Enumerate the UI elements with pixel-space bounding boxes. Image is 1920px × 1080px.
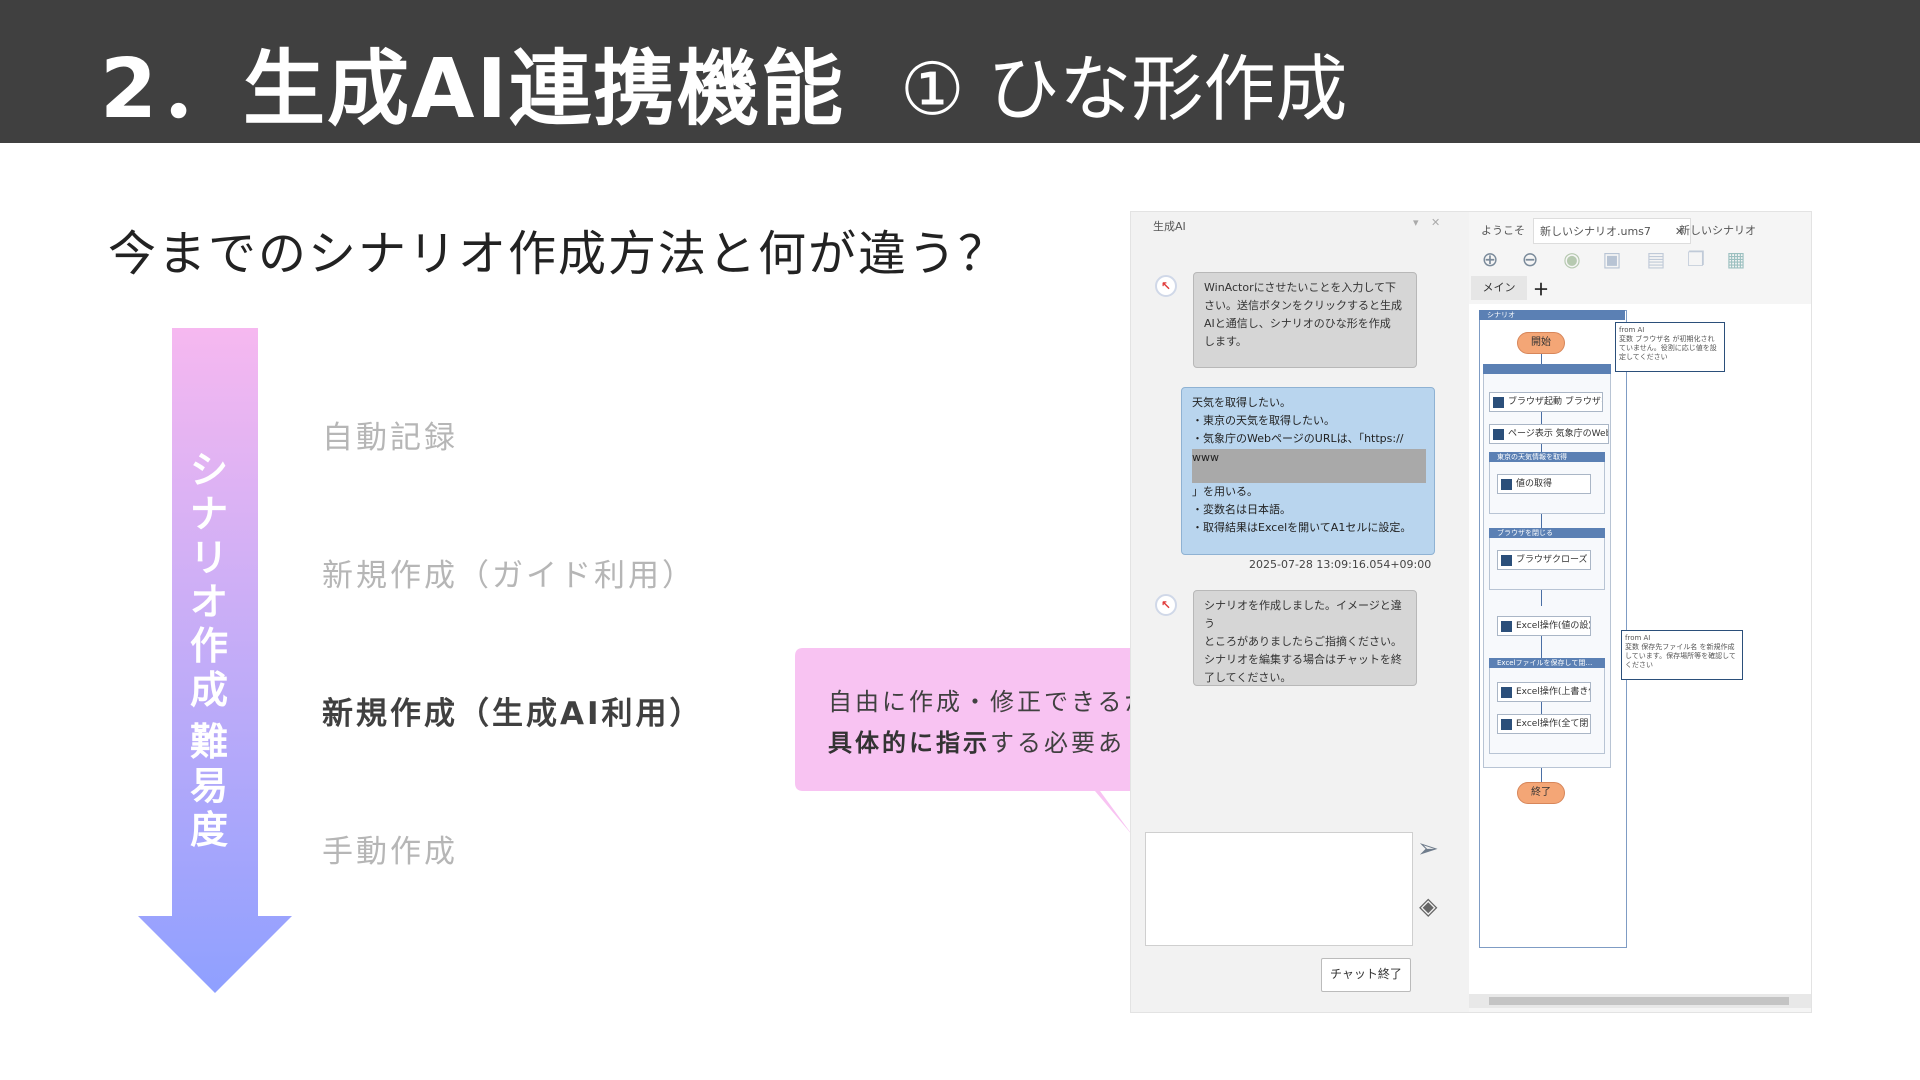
callout-text-1: 自由に作成・修正できるが [828, 688, 1152, 716]
ai-avatar-icon: ↖ [1155, 594, 1177, 616]
flow-node[interactable]: ブラウザクローズ [1497, 550, 1591, 570]
image-icon[interactable]: ▦ [1725, 248, 1747, 270]
chat-message-ai: WinActorにさせたいことを入力して下 さい。送信ボタンをクリックすると生成 A… [1193, 272, 1417, 368]
ai-avatar-icon: ↖ [1155, 275, 1177, 297]
tab-scenario[interactable]: 新しいシナリオ [1679, 222, 1756, 238]
app-screenshot: 生成AI ▾ ✕ ↖ WinActorにさせたいことを入力して下 さい。送信ボタン… [1130, 211, 1812, 1013]
layout-icon[interactable]: ▤ [1645, 248, 1667, 270]
ai-note: from AI 変数 保存先ファイル名 を新規作成しています。保存場所等を確認して… [1621, 630, 1743, 680]
pane-menu-icon[interactable]: ▾ [1413, 216, 1419, 229]
flow-group-header: ブラウザを閉じる [1489, 528, 1605, 538]
end-chat-button[interactable]: チャット終了 [1321, 958, 1411, 992]
flow-group [1489, 658, 1605, 754]
method-manual: 手動作成 [322, 834, 458, 870]
arrow-label-char: リ [189, 536, 228, 580]
editor-pane: ようこそ 新しいシナリオ.ums7 ✕ 新しいシナリオ ⊕ ⊖ ◉ ▣ ▤ ❐ ▦… [1469, 212, 1811, 1012]
arrow-label-char: 易 [189, 764, 228, 808]
arrow-label-char: 難 [189, 720, 228, 764]
flow-node[interactable]: ページ表示 気象庁のWebペー… [1489, 424, 1609, 444]
flow-group-header: Excelファイルを保存して閉… [1489, 658, 1605, 668]
plus-icon[interactable]: ＋ [1533, 276, 1549, 300]
arrow-label-char: 成 [189, 668, 228, 712]
chat-message-user: 天気を取得したい。 ・東京の天気を取得したい。 ・気象庁のWebページのURLは、「… [1181, 387, 1435, 555]
flow-node[interactable]: ブラウザ起動 ブラウザを起動 [1489, 392, 1603, 412]
flow-group-header [1483, 364, 1611, 374]
arrow-label-char: シ [189, 448, 228, 492]
flow-end[interactable]: 終了 [1517, 782, 1565, 804]
flow-node[interactable]: 値の取得 [1497, 474, 1591, 494]
subtab-main[interactable]: メイン [1471, 276, 1527, 300]
chat-pane-title: 生成AI [1153, 220, 1186, 233]
slide-subtitle: ① ひな形作成 [900, 47, 1348, 131]
copy-icon[interactable]: ❐ [1685, 248, 1707, 270]
ai-note: from AI 変数 ブラウザ名 が初期化されていません。役割に応じ値を設定してく… [1615, 322, 1725, 372]
zoom-out-icon[interactable]: ⊖ [1519, 248, 1541, 270]
scrollbar-thumb[interactable] [1489, 997, 1789, 1005]
slide-title: 2．生成AI連携機能 [100, 42, 846, 137]
arrow-label-char: 作 [189, 624, 228, 668]
arrow-label-char: オ [189, 580, 228, 624]
chat-message-ai: シナリオを作成しました。イメージと違う ところがありましたらご指摘ください。 シナリ… [1193, 590, 1417, 686]
flow-start[interactable]: 開始 [1517, 332, 1565, 354]
message-timestamp: 2025-07-28 13:09:16.054+09:00 [1249, 558, 1432, 571]
send-icon[interactable]: ➢ [1417, 834, 1439, 864]
user-icon[interactable]: ◉ [1561, 248, 1583, 270]
flow-node[interactable]: Excel操作(上書き保存) [1497, 682, 1591, 702]
zoom-in-icon[interactable]: ⊕ [1479, 248, 1501, 270]
scenario-frame-label: シナリオ [1479, 310, 1625, 320]
tab-scenario-active[interactable]: 新しいシナリオ.ums7 ✕ [1533, 218, 1692, 244]
flow-node[interactable]: Excel操作(値の設定) [1497, 616, 1591, 636]
arrow-label-char: 度 [189, 808, 228, 852]
flow-group-header: 東京の天気情報を取得 [1489, 452, 1605, 462]
callout-emphasis: 具体的に指示 [828, 729, 990, 757]
chat-pane: 生成AI ▾ ✕ ↖ WinActorにさせたいことを入力して下 さい。送信ボタン… [1131, 212, 1461, 1012]
eraser-icon[interactable]: ◈ [1419, 892, 1437, 920]
method-auto-record: 自動記録 [322, 420, 458, 456]
close-icon[interactable]: ✕ [1431, 216, 1440, 229]
question-text: 今までのシナリオ作成方法と何が違う？ [108, 226, 1009, 282]
method-guide: 新規作成（ガイド利用） [322, 558, 696, 594]
flow-node[interactable]: Excel操作(全て閉じる) [1497, 714, 1591, 734]
horizontal-scrollbar[interactable] [1469, 994, 1811, 1008]
window-icon[interactable]: ▣ [1601, 248, 1623, 270]
tab-welcome[interactable]: ようこそ [1481, 222, 1525, 238]
chat-input[interactable] [1145, 832, 1413, 946]
flow-canvas[interactable]: シナリオ 開始 ブラウザ起動 ブラウザを起動 ページ表示 気象庁のWebペー… … [1469, 304, 1811, 994]
arrow-label-char: ナ [189, 492, 228, 536]
callout-text-2: 具体的に指示する必要あり [828, 723, 1152, 758]
method-generative-ai: 新規作成（生成AI利用） [322, 696, 704, 732]
callout-rest: する必要あり [990, 729, 1152, 757]
